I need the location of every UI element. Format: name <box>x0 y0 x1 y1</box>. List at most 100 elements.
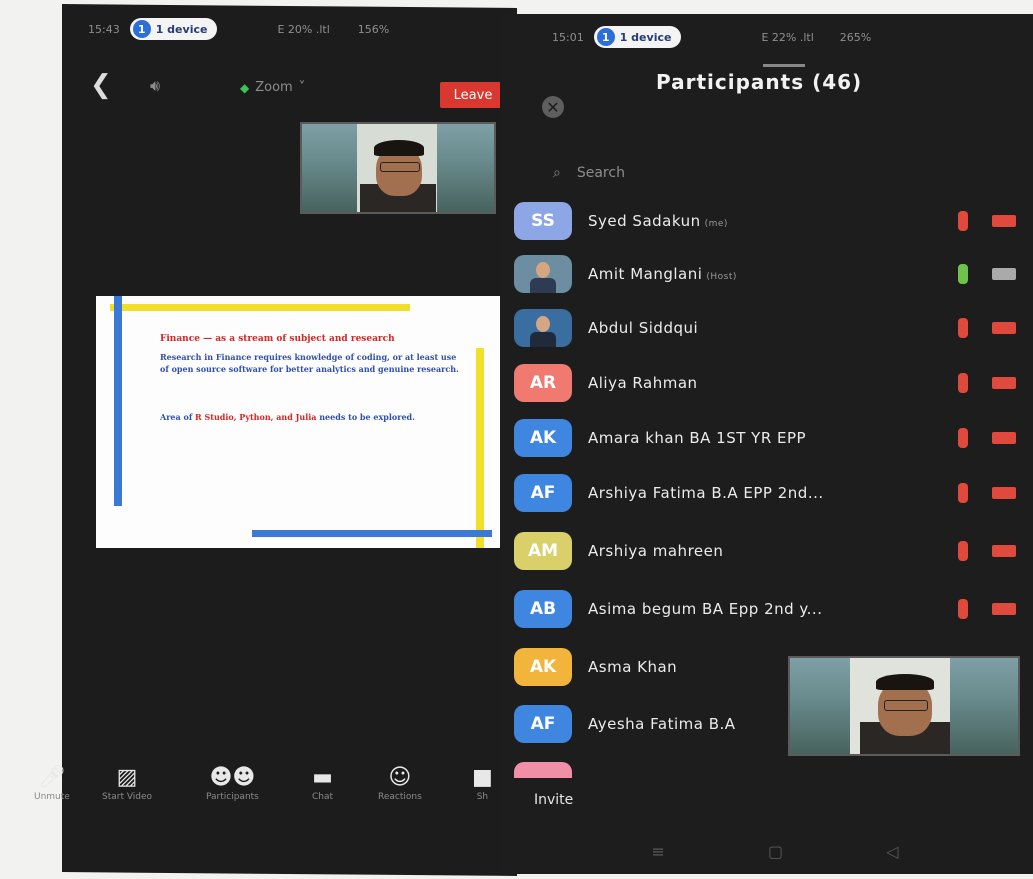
back-icon[interactable]: ◁ <box>886 842 898 862</box>
zoom-menu[interactable]: ◆ Zoom ˅ <box>240 80 305 95</box>
video-off-icon <box>992 432 1016 444</box>
participant-row[interactable]: AB Asima begum BA Epp 2nd y... <box>514 584 1033 634</box>
device-label: 1 device <box>619 30 672 44</box>
status-signal: E 22% .ltl <box>761 30 814 44</box>
status-time: 15:43 <box>88 22 120 36</box>
avatar: AF <box>514 705 572 743</box>
status-battery: 265% <box>839 30 872 44</box>
participant-row[interactable]: SS Syed Sadakun (me) <box>514 196 1033 246</box>
android-nav-bar: ≡ ▢ ◁ <box>600 842 950 862</box>
video-off-icon <box>992 322 1016 334</box>
close-icon[interactable]: ✕ <box>542 96 564 118</box>
slide-para2-suffix: needs to be explored. <box>316 412 415 422</box>
avatar: AK <box>514 648 572 686</box>
slide-paragraph-2: Area of R Studio, Python, and Julia need… <box>160 411 460 423</box>
status-time: 15:01 <box>552 30 584 44</box>
tool-label: Reactions <box>378 792 422 802</box>
search-placeholder: Search <box>576 165 625 181</box>
tool-label: Participants <box>206 792 259 802</box>
zoom-label: Zoom <box>255 80 293 95</box>
video-off-icon <box>992 487 1016 499</box>
participant-name: Arshiya mahreen <box>588 542 724 560</box>
shared-slide: Finance — as a stream of subject and res… <box>96 296 500 548</box>
search-field[interactable]: ⌕ Search <box>553 165 625 181</box>
avatar <box>514 255 572 293</box>
status-battery: 156% <box>357 22 390 36</box>
video-off-icon <box>992 215 1016 227</box>
share-icon: ■ <box>472 764 493 790</box>
tool-label: Chat <box>312 792 334 802</box>
participant-name: Aliya Rahman <box>588 374 698 392</box>
avatar: AB <box>514 590 572 628</box>
avatar: AK <box>514 419 572 457</box>
host-video-thumbnail[interactable] <box>300 122 496 214</box>
participant-name: Ayesha Fatima B.A <box>588 715 736 733</box>
participant-name: Asma Khan <box>588 658 678 676</box>
participant-name: Syed Sadakun <box>588 212 701 230</box>
avatar <box>514 309 572 347</box>
drag-handle[interactable] <box>763 64 805 67</box>
speaker-icon[interactable]: 🔊︎ <box>150 76 160 96</box>
participant-row[interactable]: AM Arshiya mahreen <box>514 526 1033 576</box>
mic-muted-icon <box>958 541 968 561</box>
device-count: 1 <box>596 28 615 46</box>
participant-row[interactable]: AR Aliya Rahman <box>514 358 1033 408</box>
device-badge[interactable]: 1 1 device <box>129 18 218 40</box>
avatar: AF <box>514 474 572 512</box>
search-icon: ⌕ <box>553 165 561 181</box>
slide-para2-prefix: Area of <box>160 412 196 422</box>
device-label: 1 device <box>155 22 208 36</box>
avatar: SS <box>514 202 572 240</box>
participant-row[interactable]: Amit Manglani (Host) <box>514 249 1033 299</box>
meeting-toolbar: 🎤︎ Unmute ▨ Start Video ☻☻ Participants … <box>20 762 500 822</box>
right-status-bar: 15:01 1 1 device E 22% .ltl 265% <box>552 24 1022 50</box>
mic-muted-icon <box>958 428 968 448</box>
video-off-icon <box>992 377 1016 389</box>
reactions-icon: ☺ <box>388 764 412 790</box>
tool-label: Sh <box>476 792 489 802</box>
slide-paragraph-1: Research in Finance requires knowledge o… <box>160 352 459 374</box>
participant-name: Amit Manglani <box>588 265 703 283</box>
participant-role: (me) <box>704 219 728 229</box>
participant-row[interactable]: AF Arshiya Fatima B.A EPP 2nd... <box>514 468 1033 518</box>
participants-title: Participants (46) <box>656 70 863 94</box>
unmute-button[interactable]: 🎤︎ Unmute <box>34 762 70 803</box>
start-video-button[interactable]: ▨ Start Video <box>102 762 152 803</box>
shield-icon: ◆ <box>240 80 250 95</box>
chevron-down-icon: ˅ <box>298 80 306 95</box>
mic-muted-icon <box>958 599 968 619</box>
video-off-icon: ▨ <box>116 764 138 790</box>
back-chevron-icon[interactable]: ❮ <box>90 70 112 100</box>
mic-on-icon <box>958 264 968 284</box>
left-status-bar: 15:43 1 1 device E 20% .ltl 156% <box>88 16 508 42</box>
mic-off-icon: 🎤︎ <box>37 764 66 790</box>
participant-row[interactable]: Abdul Siddqui <box>514 303 1033 353</box>
status-signal: E 20% .ltl <box>277 22 330 36</box>
chat-icon: ▬ <box>312 764 333 790</box>
avatar-partial <box>514 762 572 778</box>
participant-name: Arshiya Fatima B.A EPP 2nd... <box>588 484 824 502</box>
participant-name: Abdul Siddqui <box>588 319 699 337</box>
slide-title: Finance — as a stream of subject and res… <box>160 334 395 344</box>
home-icon[interactable]: ▢ <box>768 842 783 862</box>
mic-muted-icon <box>958 318 968 338</box>
video-on-icon <box>992 268 1016 280</box>
slide-para2-highlight: R Studio, Python, and Julia <box>195 412 317 422</box>
participants-button[interactable]: ☻☻ Participants <box>206 762 259 803</box>
video-off-icon <box>992 545 1016 557</box>
participant-row[interactable]: AK Amara khan BA 1ST YR EPP <box>514 413 1033 463</box>
mic-muted-icon <box>958 373 968 393</box>
floating-host-video[interactable] <box>788 656 1020 756</box>
video-off-icon <box>992 603 1016 615</box>
participant-name: Asima begum BA Epp 2nd y... <box>588 600 823 618</box>
avatar: AM <box>514 532 572 570</box>
device-count: 1 <box>132 20 151 38</box>
leave-button[interactable]: Leave <box>440 82 506 108</box>
reactions-button[interactable]: ☺ Reactions <box>378 762 422 803</box>
chat-button[interactable]: ▬ Chat <box>312 762 334 803</box>
participant-name: Amara khan BA 1ST YR EPP <box>588 429 807 447</box>
device-badge[interactable]: 1 1 device <box>593 26 682 48</box>
recents-icon[interactable]: ≡ <box>652 842 665 862</box>
share-button[interactable]: ■ Sh <box>472 762 493 803</box>
invite-button[interactable]: Invite <box>534 792 573 808</box>
